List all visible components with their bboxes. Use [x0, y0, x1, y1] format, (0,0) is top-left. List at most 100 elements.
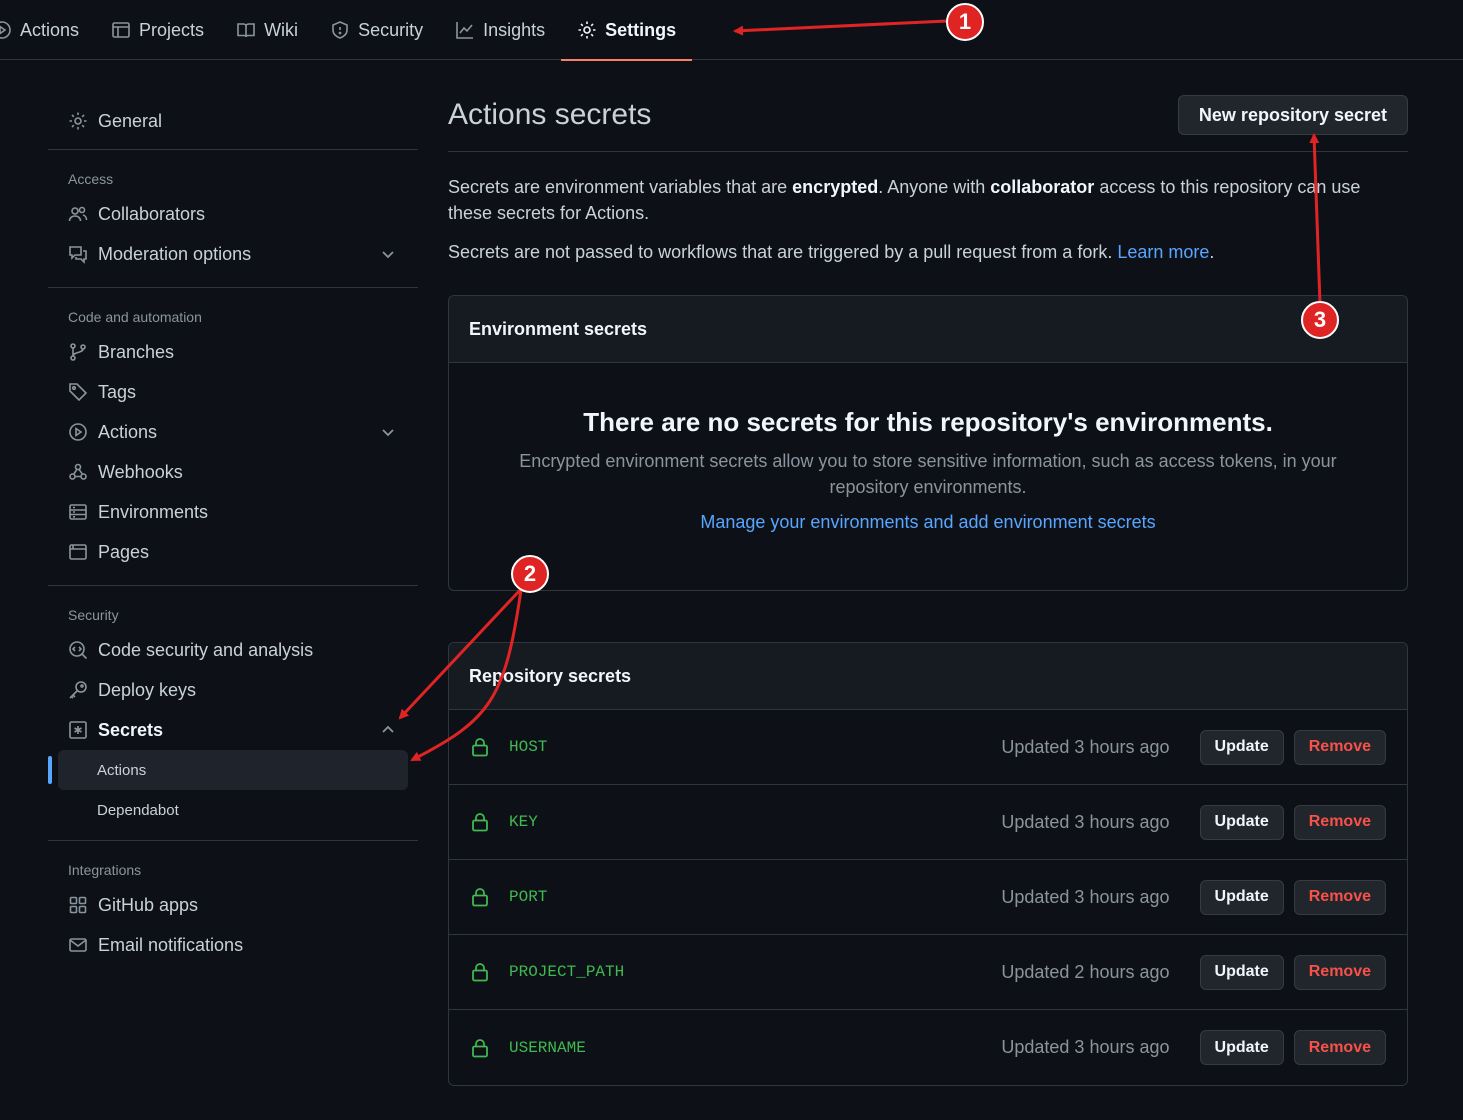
annotation-badge-3: 3	[1301, 301, 1339, 339]
secret-row: USERNAME Updated 3 hours ago Update Remove	[449, 1010, 1407, 1085]
intro-part: . Anyone with	[878, 177, 991, 197]
secret-name: KEY	[509, 813, 538, 831]
repo-nav: Actions Projects Wiki Security Insights …	[0, 0, 1463, 61]
sidebar-item-email-notifications[interactable]: Email notifications	[48, 925, 418, 965]
tab-label: Wiki	[264, 19, 299, 40]
sidebar-item-label: Webhooks	[98, 461, 183, 482]
tab-actions[interactable]: Actions	[0, 0, 95, 60]
gear-icon	[69, 112, 87, 130]
new-repository-secret-button[interactable]: New repository secret	[1177, 95, 1408, 135]
play-circle-icon	[69, 423, 87, 441]
sidebar-item-deploy-keys[interactable]: Deploy keys	[48, 670, 418, 710]
secret-row: PORT Updated 3 hours ago Update Remove	[449, 860, 1407, 935]
key-icon	[69, 681, 87, 699]
main-content: Actions secrets New repository secret Se…	[448, 95, 1408, 1086]
remove-secret-button[interactable]: Remove	[1293, 804, 1386, 840]
sidebar-item-collaborators[interactable]: Collaborators	[48, 194, 418, 234]
sidebar-item-label: General	[98, 110, 163, 131]
people-icon	[68, 206, 88, 222]
sidebar-item-github-apps[interactable]: GitHub apps	[48, 885, 418, 925]
settings-sidebar: General Access Collaborators Moderation …	[48, 95, 418, 965]
sidebar-item-tags[interactable]: Tags	[48, 372, 418, 412]
fork-note-period: .	[1209, 242, 1215, 262]
environment-secrets-heading: Environment secrets	[449, 296, 1407, 363]
update-secret-button[interactable]: Update	[1199, 804, 1284, 840]
tab-wiki[interactable]: Wiki	[220, 0, 314, 60]
sidebar-subitem-secrets-actions[interactable]: Actions	[48, 750, 408, 790]
intro-part: Secrets are environment variables that a…	[448, 177, 793, 197]
remove-secret-button[interactable]: Remove	[1293, 729, 1386, 765]
blankslate-title: There are no secrets for this repository…	[583, 407, 1273, 437]
sidebar-item-label: Branches	[98, 341, 175, 362]
sidebar-item-environments[interactable]: Environments	[48, 492, 418, 532]
sidebar-item-label: Pages	[98, 541, 150, 562]
tab-settings[interactable]: Settings	[561, 0, 693, 61]
update-secret-button[interactable]: Update	[1199, 1030, 1284, 1065]
sidebar-item-code-security[interactable]: Code security and analysis	[48, 630, 418, 670]
annotation-badge-1: 1	[946, 3, 984, 41]
update-secret-button[interactable]: Update	[1199, 729, 1284, 765]
codescan-icon	[69, 641, 88, 660]
chevron-up-icon	[382, 725, 394, 733]
sidebar-heading-access: Access	[68, 171, 114, 187]
sidebar-item-moderation[interactable]: Moderation options	[48, 234, 418, 274]
graph-icon	[456, 22, 474, 39]
chevron-down-icon	[382, 251, 394, 259]
sidebar-item-label: Secrets	[98, 719, 164, 740]
sidebar-divider	[48, 149, 418, 150]
apps-icon	[69, 896, 87, 914]
manage-environments-link[interactable]: Manage your environments and add environ…	[700, 512, 1155, 533]
tab-label: Insights	[483, 19, 546, 40]
environment-secrets-box: Environment secrets There are no secrets…	[448, 295, 1408, 591]
secret-updated: Updated 3 hours ago	[1001, 811, 1170, 832]
secret-name: HOST	[509, 738, 548, 756]
remove-secret-button[interactable]: Remove	[1293, 954, 1386, 990]
lock-icon	[472, 813, 488, 832]
sidebar-item-label: Deploy keys	[98, 679, 197, 700]
tab-insights[interactable]: Insights	[439, 0, 561, 60]
tab-label: Projects	[139, 19, 205, 40]
sidebar-item-webhooks[interactable]: Webhooks	[48, 452, 418, 492]
sidebar-item-label: Code security and analysis	[98, 639, 314, 660]
sidebar-heading-security: Security	[68, 607, 119, 623]
sidebar-subitem-secrets-dependabot[interactable]: Dependabot	[48, 790, 418, 830]
remove-secret-button[interactable]: Remove	[1293, 1030, 1386, 1065]
lock-icon	[472, 888, 488, 907]
sidebar-heading-code: Code and automation	[68, 309, 202, 325]
sidebar-item-label: Actions	[97, 761, 147, 779]
page-title: Actions secrets	[448, 98, 652, 131]
comment-discussion-icon	[69, 246, 87, 264]
tab-label: Settings	[605, 19, 677, 40]
sidebar-item-secrets[interactable]: Secrets	[48, 710, 418, 750]
learn-more-link[interactable]: Learn more	[1117, 242, 1209, 262]
secret-updated: Updated 3 hours ago	[1001, 1037, 1170, 1057]
repository-secrets-box: Repository secrets HOST Updated 3 hours a…	[448, 642, 1408, 1086]
browser-icon	[69, 544, 87, 560]
tag-icon	[69, 383, 88, 402]
sidebar-item-pages[interactable]: Pages	[48, 532, 418, 572]
intro-text: Secrets are environment variables that a…	[448, 174, 1408, 226]
sidebar-item-label: Moderation options	[98, 243, 252, 264]
play-circle-icon	[0, 21, 11, 39]
sidebar-item-actions[interactable]: Actions	[48, 412, 418, 452]
sidebar-item-general[interactable]: General	[48, 95, 418, 147]
key-asterisk-icon	[69, 721, 87, 739]
table-icon	[112, 22, 130, 38]
sidebar-item-label: Dependabot	[97, 801, 179, 819]
fork-note: Secrets are not passed to workflows that…	[448, 239, 1408, 265]
sidebar-divider	[48, 585, 418, 586]
secret-row: PROJECT_PATH Updated 2 hours ago Update Rem…	[449, 935, 1407, 1010]
sidebar-item-label: Tags	[98, 381, 137, 402]
git-branch-icon	[70, 343, 86, 361]
remove-secret-button[interactable]: Remove	[1293, 879, 1386, 915]
sidebar-item-branches[interactable]: Branches	[48, 332, 418, 372]
tab-projects[interactable]: Projects	[95, 0, 220, 60]
tab-security[interactable]: Security	[314, 0, 439, 60]
secret-row: KEY Updated 3 hours ago Update Remove	[449, 785, 1407, 860]
sidebar-item-label: Environments	[98, 501, 209, 522]
secret-name: USERNAME	[509, 1038, 586, 1057]
secret-name: PORT	[509, 888, 548, 906]
update-secret-button[interactable]: Update	[1199, 879, 1284, 915]
update-secret-button[interactable]: Update	[1199, 954, 1284, 990]
sidebar-heading-integrations: Integrations	[68, 862, 142, 878]
